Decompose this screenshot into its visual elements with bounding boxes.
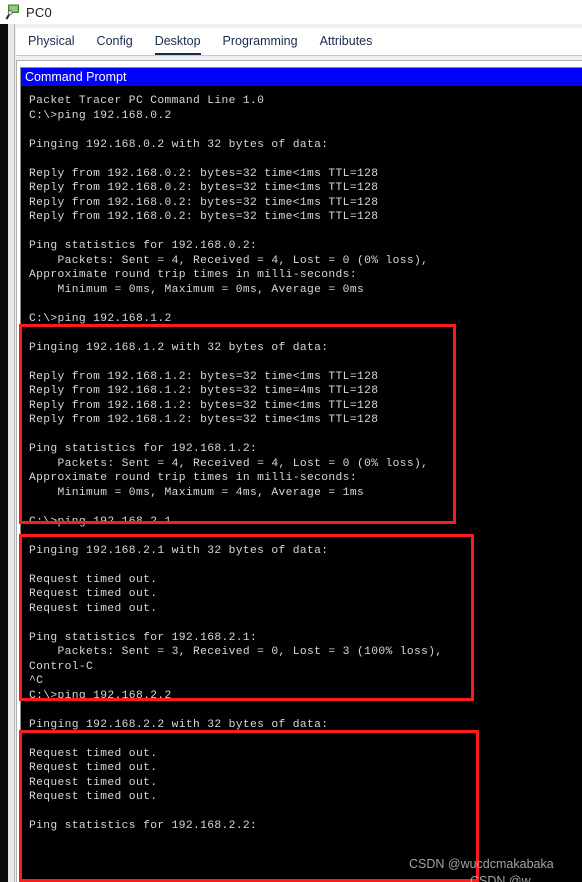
packet-tracer-pc-icon bbox=[4, 3, 22, 21]
terminal-line: Minimum = 0ms, Maximum = 0ms, Average = … bbox=[29, 283, 365, 296]
terminal-line: Request timed out. bbox=[29, 776, 158, 789]
pc0-device-window: PC0 Physical Config Desktop Programming … bbox=[0, 0, 582, 882]
tab-programming[interactable]: Programming bbox=[223, 34, 298, 55]
terminal-line: Reply from 192.168.1.2: bytes=32 time=4m… bbox=[29, 385, 379, 397]
desktop-panel: Command Prompt Packet Tracer PC Command … bbox=[16, 60, 582, 882]
terminal-line: Reply from 192.168.0.2: bytes=32 time<1m… bbox=[29, 182, 379, 194]
terminal-line: Request timed out. bbox=[29, 791, 158, 803]
terminal-line: C:\>ping 192.168.2.2 bbox=[29, 689, 172, 702]
terminal-line: C:\>ping 192.168.2.1 bbox=[29, 515, 172, 528]
tab-config[interactable]: Config bbox=[97, 34, 133, 55]
terminal-line: Approximate round trip times in milli-se… bbox=[29, 269, 357, 281]
terminal-line: Request timed out. bbox=[29, 588, 158, 600]
terminal-output[interactable]: Packet Tracer PC Command Line 1.0 C:\>pin… bbox=[21, 88, 582, 882]
terminal-line: Reply from 192.168.0.2: bytes=32 time<1m… bbox=[29, 196, 379, 209]
terminal-line: Request timed out. bbox=[29, 762, 158, 774]
command-prompt-title-bar: Command Prompt bbox=[21, 68, 582, 86]
terminal-line: Packets: Sent = 4, Received = 4, Lost = … bbox=[29, 457, 429, 470]
csdn-watermark: CSDN @wucdcmakabaka bbox=[409, 857, 554, 871]
terminal-line: Pinging 192.168.1.2 with 32 bytes of dat… bbox=[29, 341, 329, 354]
tab-desktop[interactable]: Desktop bbox=[154, 34, 201, 55]
terminal-line: Ping statistics for 192.168.1.2: bbox=[29, 443, 258, 455]
terminal-line: Reply from 192.168.0.2: bytes=32 time<1m… bbox=[29, 211, 379, 223]
terminal-line: Reply from 192.168.1.2: bytes=32 time<1m… bbox=[29, 399, 379, 412]
terminal-line: Control-C bbox=[29, 660, 94, 673]
terminal-line: Request timed out. bbox=[29, 602, 158, 615]
command-prompt-window: Command Prompt Packet Tracer PC Command … bbox=[20, 67, 582, 882]
terminal-line: Ping statistics for 192.168.2.1: bbox=[29, 631, 258, 644]
terminal-line: Reply from 192.168.0.2: bytes=32 time<1m… bbox=[29, 167, 379, 180]
terminal-line: Ping statistics for 192.168.2.2: bbox=[29, 820, 258, 832]
terminal-line: Ping statistics for 192.168.0.2: bbox=[29, 240, 258, 252]
terminal-line: Pinging 192.168.2.2 with 32 bytes of dat… bbox=[29, 718, 329, 731]
terminal-line: Approximate round trip times in milli-se… bbox=[29, 472, 357, 484]
terminal-line: Packets: Sent = 4, Received = 4, Lost = … bbox=[29, 254, 429, 267]
terminal-line: Reply from 192.168.1.2: bytes=32 time<1m… bbox=[29, 414, 379, 426]
terminal-line: Packets: Sent = 3, Received = 0, Lost = … bbox=[29, 646, 443, 658]
device-tab-strip: Physical Config Desktop Programming Attr… bbox=[16, 28, 582, 56]
window-title-bar: PC0 bbox=[0, 0, 582, 24]
terminal-line: C:\>ping 192.168.0.2 bbox=[29, 109, 172, 122]
csdn-watermark-partial: CSDN @w bbox=[470, 874, 531, 882]
terminal-line: Request timed out. bbox=[29, 747, 158, 760]
terminal-line: Request timed out. bbox=[29, 573, 158, 586]
terminal-line: Pinging 192.168.2.1 with 32 bytes of dat… bbox=[29, 544, 329, 557]
window-title-text: PC0 bbox=[26, 4, 52, 20]
terminal-line: Pinging 192.168.0.2 with 32 bytes of dat… bbox=[29, 138, 329, 151]
window-left-edge-gray bbox=[8, 24, 15, 882]
tab-attributes[interactable]: Attributes bbox=[320, 34, 373, 55]
terminal-line: Packet Tracer PC Command Line 1.0 bbox=[29, 95, 265, 107]
terminal-line: Minimum = 0ms, Maximum = 4ms, Average = … bbox=[29, 486, 365, 499]
window-left-edge-dark bbox=[0, 24, 8, 882]
terminal-line: ^C bbox=[29, 675, 44, 687]
tab-physical[interactable]: Physical bbox=[28, 34, 75, 55]
terminal-line: C:\>ping 192.168.1.2 bbox=[29, 312, 172, 325]
terminal-line: Reply from 192.168.1.2: bytes=32 time<1m… bbox=[29, 370, 379, 383]
